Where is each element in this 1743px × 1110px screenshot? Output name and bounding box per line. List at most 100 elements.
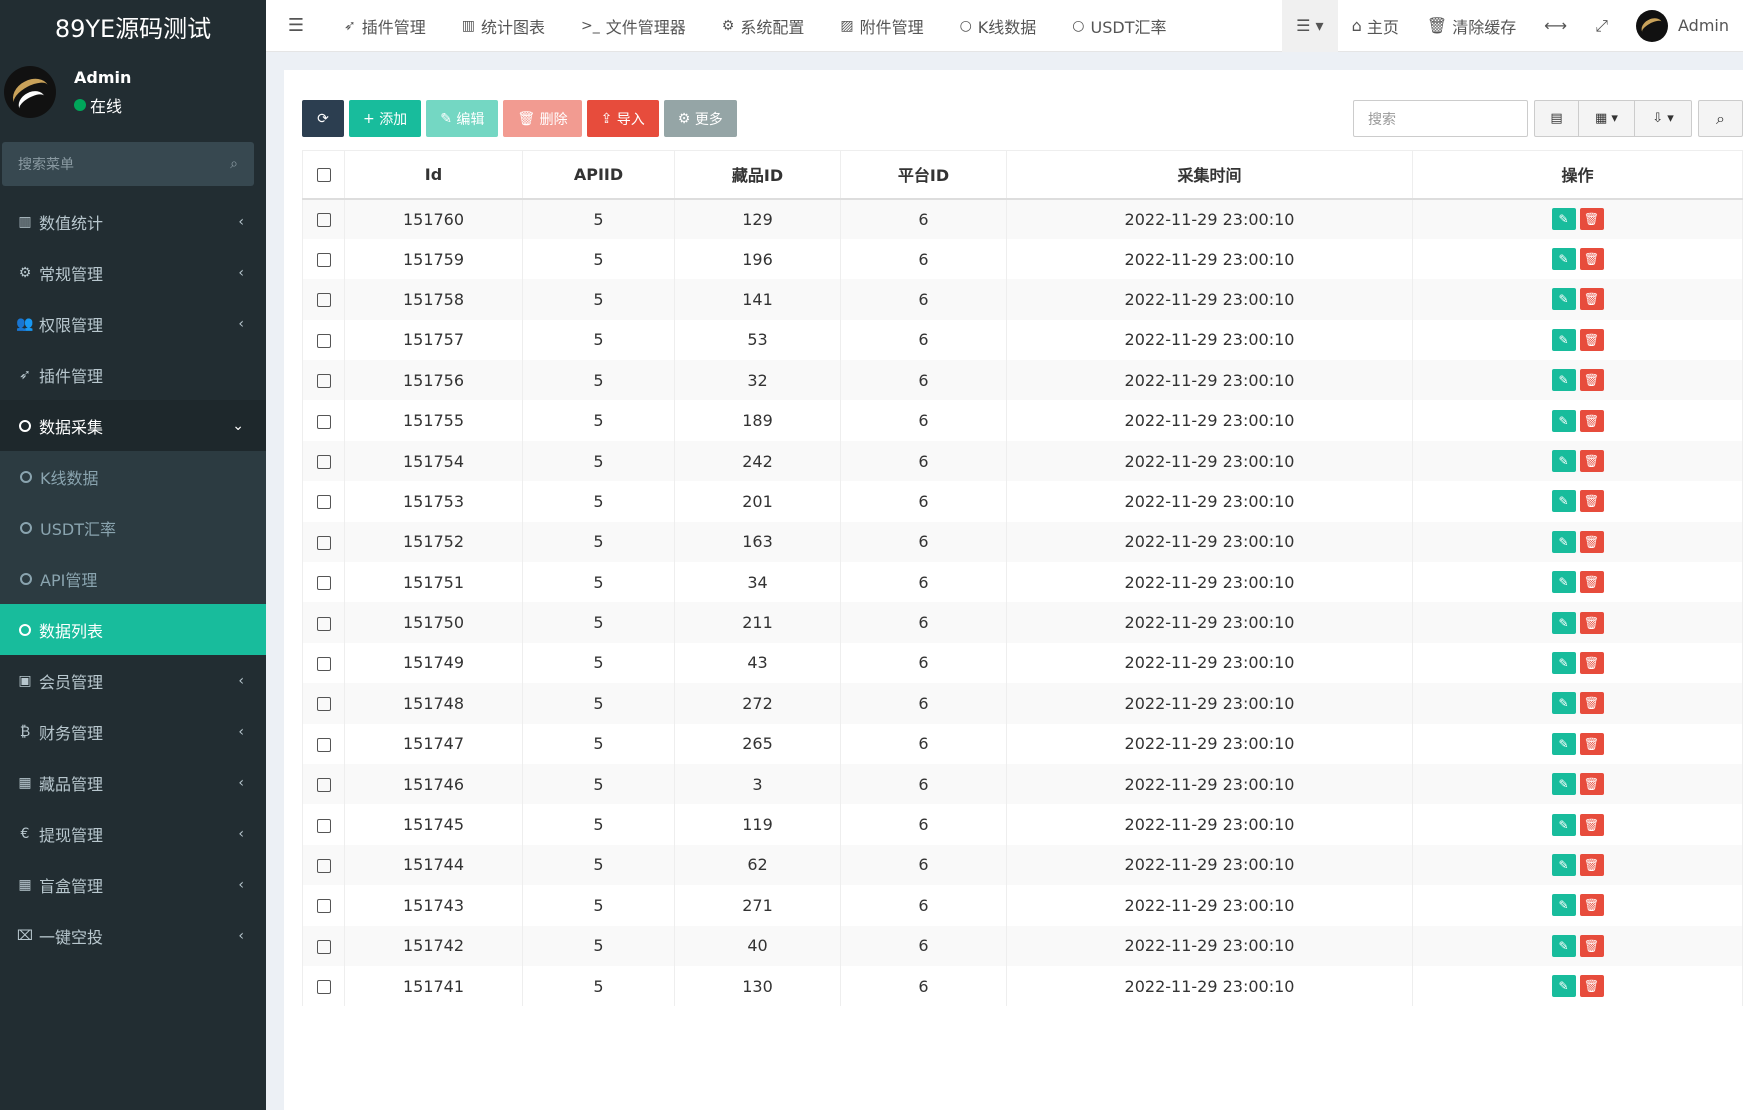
row-checkbox[interactable] — [316, 213, 331, 228]
row-edit-pencil-icon[interactable]: ✎ — [1551, 450, 1576, 473]
row-checkbox[interactable] — [316, 697, 331, 712]
row-delete-trash-icon[interactable]: 🗑 — [1579, 611, 1604, 634]
col-header-apiid[interactable]: APIID — [522, 150, 675, 200]
import-button[interactable]: ⇪ 导入 — [586, 100, 659, 137]
row-select-cell[interactable] — [302, 481, 345, 522]
table-row[interactable]: 151741 5 130 6 2022-11-29 23:00:10 ✎ 🗑 — [302, 965, 1743, 1007]
row-delete-trash-icon[interactable]: 🗑 — [1579, 409, 1604, 432]
sidebar-item-data-list[interactable]: 数据列表 — [0, 604, 266, 655]
row-edit-pencil-icon[interactable]: ✎ — [1551, 894, 1576, 917]
row-checkbox[interactable] — [316, 293, 331, 308]
table-row[interactable]: 151746 5 3 6 2022-11-29 23:00:10 ✎ 🗑 — [302, 763, 1743, 805]
col-header-platform-id[interactable]: 平台ID — [840, 150, 1007, 200]
menu-toggle-icon[interactable]: ☰ — [266, 15, 326, 36]
table-row[interactable]: 151744 5 62 6 2022-11-29 23:00:10 ✎ 🗑 — [302, 844, 1743, 886]
row-checkbox[interactable] — [316, 253, 331, 268]
language-icon[interactable]: ⟷ — [1530, 0, 1581, 52]
table-row[interactable]: 151757 5 53 6 2022-11-29 23:00:10 ✎ 🗑 — [302, 319, 1743, 361]
row-select-cell[interactable] — [302, 279, 345, 320]
sidebar-item-collect[interactable]: 数据采集 ⌄ — [0, 400, 266, 451]
row-checkbox[interactable] — [316, 616, 331, 631]
table-row[interactable]: 151748 5 272 6 2022-11-29 23:00:10 ✎ 🗑 — [302, 683, 1743, 724]
row-select-cell[interactable] — [302, 804, 345, 845]
sidebar-item-kline[interactable]: K线数据 — [0, 451, 266, 502]
row-checkbox[interactable] — [316, 455, 331, 470]
home-link[interactable]: ⌂ 主页 — [1338, 0, 1413, 52]
edit-button[interactable]: ✎ 编辑 — [426, 100, 499, 137]
table-row[interactable]: 151754 5 242 6 2022-11-29 23:00:10 ✎ 🗑 — [302, 440, 1743, 482]
sidebar-item-api[interactable]: API管理 — [0, 553, 266, 604]
row-edit-pencil-icon[interactable]: ✎ — [1551, 975, 1576, 998]
col-header-id[interactable]: Id — [344, 150, 523, 200]
row-delete-trash-icon[interactable]: 🗑 — [1579, 208, 1604, 231]
sidebar-item-usdt[interactable]: USDT汇率 — [0, 502, 266, 553]
table-row[interactable]: 151758 5 141 6 2022-11-29 23:00:10 ✎ 🗑 — [302, 279, 1743, 320]
nav-usdt[interactable]: ○ USDT汇率 — [1054, 14, 1184, 38]
row-select-cell[interactable] — [302, 198, 345, 239]
row-select-cell[interactable] — [302, 642, 345, 684]
row-delete-trash-icon[interactable]: 🗑 — [1579, 894, 1604, 917]
row-delete-trash-icon[interactable]: 🗑 — [1579, 328, 1604, 351]
sidebar-item-plugins[interactable]: ➶ 插件管理 — [0, 349, 266, 400]
row-edit-pencil-icon[interactable]: ✎ — [1551, 732, 1576, 755]
table-row[interactable]: 151756 5 32 6 2022-11-29 23:00:10 ✎ 🗑 — [302, 360, 1743, 401]
sidebar-item-stats[interactable]: ▥ 数值统计 ‹ — [0, 196, 266, 247]
search-icon[interactable]: ⌕ — [230, 156, 238, 172]
row-edit-pencil-icon[interactable]: ✎ — [1551, 208, 1576, 231]
row-edit-pencil-icon[interactable]: ✎ — [1551, 773, 1576, 796]
row-edit-pencil-icon[interactable]: ✎ — [1551, 530, 1576, 553]
sidebar-item-collections[interactable]: ▦ 藏品管理 ‹ — [0, 757, 266, 808]
nav-attachments[interactable]: ▨ 附件管理 — [822, 14, 941, 38]
row-delete-trash-icon[interactable]: 🗑 — [1579, 732, 1604, 755]
user-menu[interactable]: Admin — [1622, 0, 1743, 52]
select-all-header[interactable] — [302, 150, 345, 200]
row-select-cell[interactable] — [302, 440, 345, 482]
table-row[interactable]: 151743 5 271 6 2022-11-29 23:00:10 ✎ 🗑 — [302, 885, 1743, 926]
row-delete-trash-icon[interactable]: 🗑 — [1579, 450, 1604, 473]
row-checkbox[interactable] — [316, 535, 331, 550]
sidebar-item-blindbox[interactable]: ▦ 盲盒管理 ‹ — [0, 859, 266, 910]
row-select-cell[interactable] — [302, 521, 345, 563]
columns-dropdown-icon[interactable]: ▦ ▾ — [1579, 101, 1635, 136]
add-button[interactable]: + 添加 — [349, 100, 422, 137]
row-checkbox[interactable] — [316, 495, 331, 510]
row-checkbox[interactable] — [316, 980, 331, 995]
sidebar-item-airdrop[interactable]: ⌧ 一键空投 ‹ — [0, 910, 266, 961]
table-row[interactable]: 151752 5 163 6 2022-11-29 23:00:10 ✎ 🗑 — [302, 521, 1743, 563]
row-checkbox[interactable] — [316, 737, 331, 752]
row-checkbox[interactable] — [316, 333, 331, 348]
row-checkbox[interactable] — [316, 374, 331, 389]
row-checkbox[interactable] — [316, 778, 331, 793]
row-select-cell[interactable] — [302, 319, 345, 361]
row-delete-trash-icon[interactable]: 🗑 — [1579, 248, 1604, 271]
sidebar-item-general[interactable]: ⚙ 常规管理 ‹ — [0, 247, 266, 298]
row-edit-pencil-icon[interactable]: ✎ — [1551, 692, 1576, 715]
row-select-cell[interactable] — [302, 844, 345, 886]
row-select-cell[interactable] — [302, 723, 345, 764]
nav-file-manager[interactable]: >_ 文件管理器 — [563, 14, 704, 38]
table-row[interactable]: 151745 5 119 6 2022-11-29 23:00:10 ✎ 🗑 — [302, 804, 1743, 845]
col-header-collection-id[interactable]: 藏品ID — [674, 150, 841, 200]
table-row[interactable]: 151750 5 211 6 2022-11-29 23:00:10 ✎ 🗑 — [302, 602, 1743, 643]
row-checkbox[interactable] — [316, 818, 331, 833]
table-row[interactable]: 151759 5 196 6 2022-11-29 23:00:10 ✎ 🗑 — [302, 238, 1743, 280]
row-delete-trash-icon[interactable]: 🗑 — [1579, 975, 1604, 998]
row-select-cell[interactable] — [302, 925, 345, 966]
nav-charts[interactable]: ▥ 统计图表 — [444, 14, 563, 38]
row-delete-trash-icon[interactable]: 🗑 — [1579, 773, 1604, 796]
row-checkbox[interactable] — [316, 899, 331, 914]
row-edit-pencil-icon[interactable]: ✎ — [1551, 813, 1576, 836]
row-checkbox[interactable] — [316, 576, 331, 591]
table-row[interactable]: 151747 5 265 6 2022-11-29 23:00:10 ✎ 🗑 — [302, 723, 1743, 764]
list-menu-icon[interactable]: ☰ ▾ — [1282, 0, 1338, 52]
table-row[interactable]: 151749 5 43 6 2022-11-29 23:00:10 ✎ 🗑 — [302, 642, 1743, 684]
row-select-cell[interactable] — [302, 360, 345, 401]
row-edit-pencil-icon[interactable]: ✎ — [1551, 490, 1576, 513]
card-view-icon[interactable]: ▤ — [1535, 101, 1579, 136]
clear-cache-button[interactable]: 🗑 清除缓存 — [1413, 0, 1530, 52]
row-delete-trash-icon[interactable]: 🗑 — [1579, 490, 1604, 513]
export-dropdown-icon[interactable]: ⇩ ▾ — [1635, 101, 1691, 136]
row-edit-pencil-icon[interactable]: ✎ — [1551, 328, 1576, 351]
sidebar-item-finance[interactable]: ₿ 财务管理 ‹ — [0, 706, 266, 757]
sidebar-item-auth[interactable]: 👥 权限管理 ‹ — [0, 298, 266, 349]
